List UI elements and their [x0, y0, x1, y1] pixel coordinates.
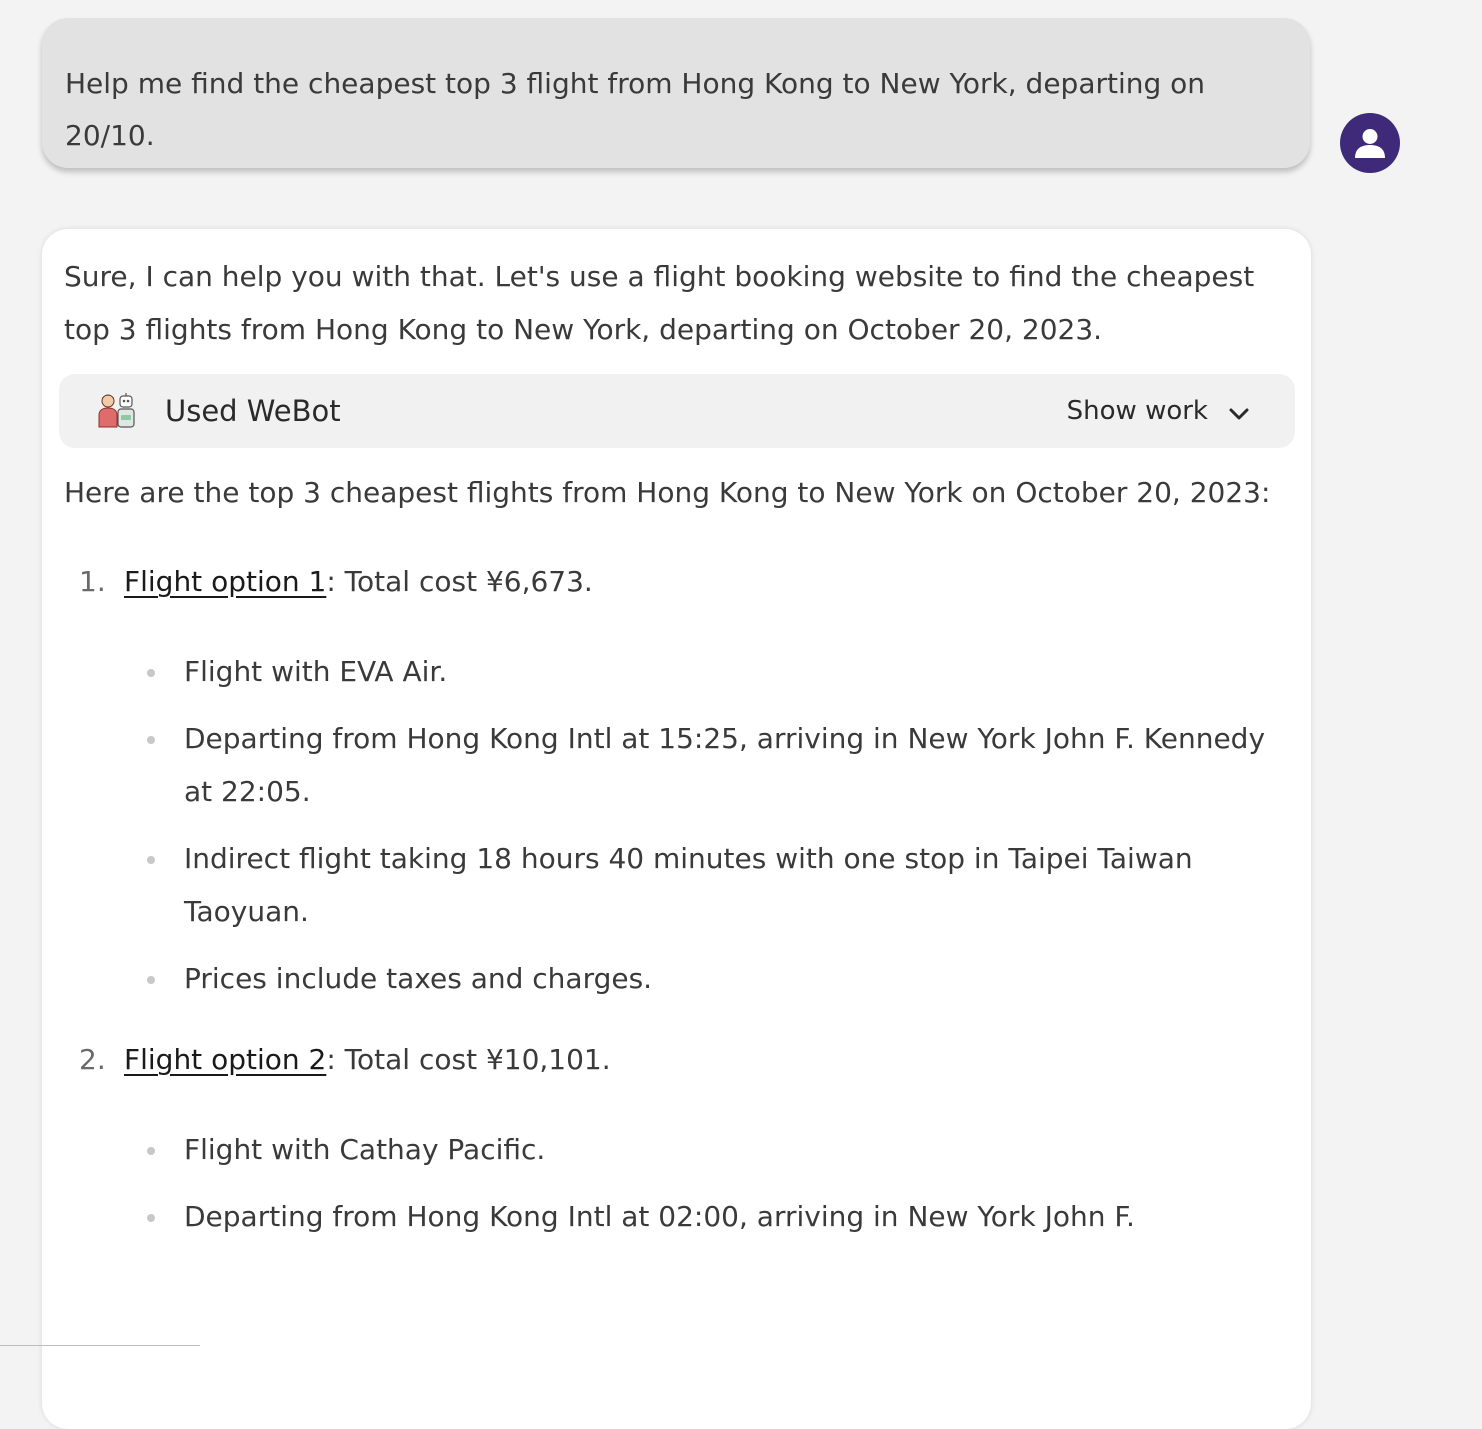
flight-option-item: 2. Flight option 2: Total cost ¥10,101. … [64, 1033, 1281, 1243]
detail-item: Flight with EVA Air. [124, 645, 1281, 698]
detail-text: Flight with Cathay Pacific. [184, 1133, 546, 1166]
option-cost: : Total cost ¥10,101. [326, 1043, 611, 1076]
assistant-message-bubble: Sure, I can help you with that. Let's us… [42, 229, 1311, 1429]
assistant-summary-text: Here are the top 3 cheapest flights from… [64, 476, 1271, 509]
webot-plugin-icon [98, 393, 135, 428]
user-avatar[interactable] [1340, 113, 1400, 173]
detail-item: Departing from Hong Kong Intl at 15:25, … [124, 712, 1281, 818]
flight-options-list: 1. Flight option 1: Total cost ¥6,673. F… [64, 555, 1281, 1243]
tool-usage-bar: Used WeBot Show work [59, 374, 1295, 448]
bullet-dot [147, 1147, 155, 1155]
flight-option-item: 1. Flight option 1: Total cost ¥6,673. F… [64, 555, 1281, 1005]
flight-option-1-link[interactable]: Flight option 1 [124, 565, 326, 598]
flight-option-2-link[interactable]: Flight option 2 [124, 1043, 326, 1076]
flight-option-details: Flight with EVA Air. Departing from Hong… [124, 645, 1281, 1005]
user-message-bubble: Help me find the cheapest top 3 flight f… [42, 18, 1310, 168]
detail-item: Indirect flight taking 18 hours 40 minut… [124, 832, 1281, 938]
option-number: 2. [79, 1043, 106, 1076]
detail-item: Flight with Cathay Pacific. [124, 1123, 1281, 1176]
detail-text: Indirect flight taking 18 hours 40 minut… [184, 842, 1193, 928]
chevron-down-icon [1229, 408, 1249, 420]
flight-option-details: Flight with Cathay Pacific. Departing fr… [124, 1123, 1281, 1243]
option-cost: : Total cost ¥6,673. [326, 565, 593, 598]
bullet-dot [147, 736, 155, 744]
detail-text: Prices include taxes and charges. [184, 962, 653, 995]
detail-text: Departing from Hong Kong Intl at 02:00, … [184, 1200, 1135, 1233]
bullet-dot [147, 669, 155, 677]
detail-item: Departing from Hong Kong Intl at 02:00, … [124, 1190, 1281, 1243]
user-message-text: Help me find the cheapest top 3 flight f… [65, 67, 1206, 152]
option-number: 1. [79, 565, 106, 598]
detail-item: Prices include taxes and charges. [124, 952, 1281, 1005]
detail-text: Flight with EVA Air. [184, 655, 448, 688]
bullet-dot [147, 976, 155, 984]
show-work-label: Show work [1066, 395, 1208, 426]
person-icon [1355, 129, 1385, 158]
detail-text: Departing from Hong Kong Intl at 15:25, … [184, 722, 1266, 808]
bullet-dot [147, 1214, 155, 1222]
bullet-dot [147, 856, 155, 864]
tool-label: Used WeBot [165, 393, 341, 428]
show-work-button[interactable]: Show work [1067, 385, 1250, 438]
assistant-intro-text: Sure, I can help you with that. Let's us… [64, 260, 1255, 346]
